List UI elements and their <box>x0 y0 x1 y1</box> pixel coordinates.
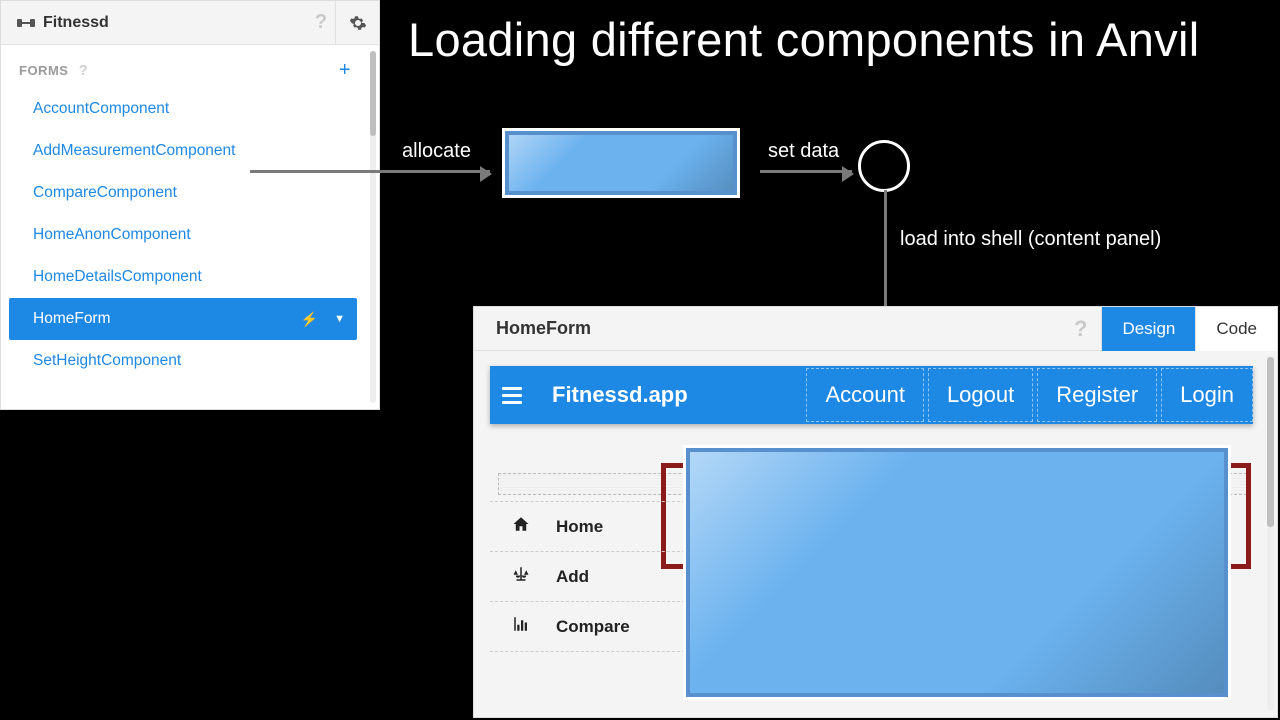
form-item-addmeasurement[interactable]: AddMeasurementComponent <box>9 130 357 172</box>
app-brand: Fitnessd.app <box>552 382 688 408</box>
component-box-small <box>502 128 740 198</box>
app-title: Fitnessd <box>17 14 109 32</box>
form-item-homedetails[interactable]: HomeDetailsComponent <box>9 256 357 298</box>
forms-explorer-body: FORMS ? + AccountComponent AddMeasuremen… <box>1 45 379 409</box>
form-item-compare[interactable]: CompareComponent <box>9 172 357 214</box>
nav-item-register[interactable]: Register <box>1037 368 1157 422</box>
home-icon <box>510 515 532 538</box>
side-menu-item-add[interactable]: Add <box>490 552 685 602</box>
hamburger-button[interactable] <box>490 387 534 404</box>
allocate-label: allocate <box>402 140 471 163</box>
data-node-circle <box>858 140 910 192</box>
scrollbar[interactable] <box>370 51 376 403</box>
component-box-in-shell <box>683 445 1231 700</box>
tab-code[interactable]: Code <box>1195 307 1277 351</box>
scrollbar-thumb[interactable] <box>370 51 376 136</box>
form-item-setheight[interactable]: SetHeightComponent <box>9 340 357 382</box>
nav-item-login[interactable]: Login <box>1161 368 1253 422</box>
forms-section-header: FORMS ? + <box>1 45 365 88</box>
designer-form-title: HomeForm <box>496 318 591 339</box>
arrow-allocate <box>250 170 490 173</box>
side-menu-item-compare[interactable]: Compare <box>490 602 685 652</box>
slide-title: Loading different components in Anvil <box>408 12 1200 67</box>
form-item-homeform[interactable]: HomeForm ⚡ ▼ <box>9 298 357 340</box>
help-icon[interactable]: ? <box>307 9 335 37</box>
form-item-account[interactable]: AccountComponent <box>9 88 357 130</box>
bolt-icon: ⚡ <box>301 311 318 328</box>
scrollbar[interactable] <box>1267 357 1274 711</box>
app-topnav: Fitnessd.app Account Logout Register Log… <box>490 366 1253 424</box>
scrollbar-thumb[interactable] <box>1267 357 1274 527</box>
settings-button[interactable] <box>335 1 379 45</box>
designer-header: HomeForm ? Design Code <box>474 307 1277 351</box>
help-icon[interactable]: ? <box>79 62 89 79</box>
loadshell-label: load into shell (content panel) <box>900 228 1161 251</box>
forms-explorer-header: Fitnessd ? <box>1 1 379 45</box>
arrow-setdata <box>760 170 852 173</box>
forms-section-label: FORMS <box>19 63 68 78</box>
app-side-menu: Home Add Compare <box>490 501 685 652</box>
chevron-down-icon[interactable]: ▼ <box>334 313 345 325</box>
help-icon[interactable]: ? <box>1060 316 1101 342</box>
gear-icon <box>349 14 367 32</box>
scales-icon <box>510 565 532 588</box>
bars-icon <box>510 615 532 638</box>
form-item-homeanon[interactable]: HomeAnonComponent <box>9 214 357 256</box>
forms-explorer-panel: Fitnessd ? FORMS ? + AccountComponent Ad… <box>0 0 380 410</box>
nav-item-logout[interactable]: Logout <box>928 368 1033 422</box>
app-title-text: Fitnessd <box>43 14 109 32</box>
forms-list: AccountComponent AddMeasurementComponent… <box>1 88 365 382</box>
setdata-label: set data <box>768 140 839 163</box>
nav-item-account[interactable]: Account <box>806 368 924 422</box>
tab-design[interactable]: Design <box>1101 307 1195 351</box>
side-menu-item-home[interactable]: Home <box>490 502 685 552</box>
add-form-button[interactable]: + <box>339 59 351 82</box>
dumbbell-icon <box>17 14 35 32</box>
